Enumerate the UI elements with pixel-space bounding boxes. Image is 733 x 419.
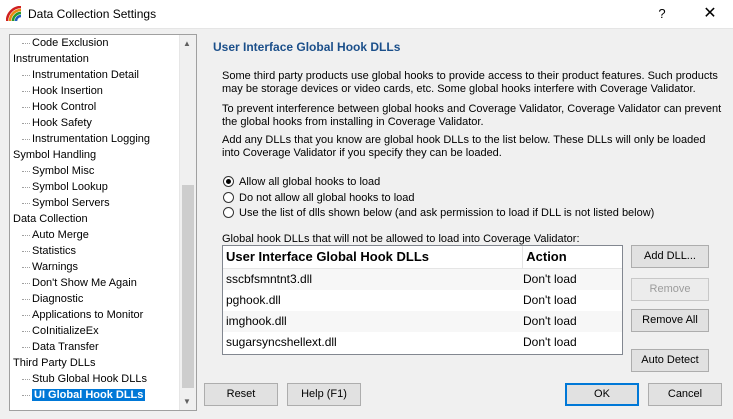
prevention-paragraph: To prevent interference between global h…	[222, 103, 722, 128]
tree-item-label: Diagnostic	[32, 293, 84, 305]
dll-name-cell: imghook.dll	[226, 314, 287, 328]
tree-item-label: Stub Global Hook DLLs	[32, 373, 147, 385]
tree-category[interactable]: Symbol Handling	[10, 147, 180, 163]
tree-item[interactable]: Symbol Lookup	[10, 179, 180, 195]
tree-item-label: Data Transfer	[32, 341, 99, 353]
add-dlls-paragraph: Add any DLLs that you know are global ho…	[222, 134, 706, 159]
tree-item-label: Symbol Lookup	[32, 181, 108, 193]
scrollbar-thumb[interactable]	[182, 185, 194, 388]
help-title-button[interactable]: ?	[650, 4, 674, 24]
radio-disallow-all[interactable]: Do not allow all global hooks to load	[223, 191, 415, 205]
tree-item[interactable]: Hook Control	[10, 99, 180, 115]
app-icon	[6, 6, 22, 22]
remove-all-button[interactable]: Remove All	[631, 309, 709, 332]
dll-name-cell: sscbfsmntnt3.dll	[226, 272, 313, 286]
tree-item-label: Symbol Misc	[32, 165, 95, 177]
tree-item[interactable]: Applications to Monitor	[10, 307, 180, 323]
tree-item[interactable]: Data Transfer	[10, 339, 180, 355]
auto-detect-button[interactable]: Auto Detect	[631, 349, 709, 372]
tree-item-label: Hook Safety	[32, 117, 92, 129]
tree-item[interactable]: UI Global Hook DLLs	[10, 387, 180, 403]
table-header: User Interface Global Hook DLLs Action	[223, 246, 622, 269]
radio-label: Do not allow all global hooks to load	[239, 192, 415, 204]
settings-tree[interactable]: Code Exclusion Instrumentation Instrumenta…	[9, 34, 197, 411]
radio-use-list[interactable]: Use the list of dlls shown below (and as…	[223, 206, 654, 220]
tree-item-label: CoInitializeEx	[32, 325, 99, 337]
tree-item-label: UI Global Hook DLLs	[32, 389, 146, 401]
add-dll-button[interactable]: Add DLL...	[631, 245, 709, 268]
tree-item-label: Third Party DLLs	[13, 357, 96, 369]
tree-category[interactable]: Instrumentation	[10, 51, 180, 67]
column-header-dll[interactable]: User Interface Global Hook DLLs	[223, 246, 524, 268]
dll-list-label: Global hook DLLs that will not be allowe…	[222, 233, 580, 245]
tree-item[interactable]: CoInitializeEx	[10, 323, 180, 339]
tree-item-label: Statistics	[32, 245, 77, 257]
radio-indicator[interactable]	[223, 176, 234, 187]
tree-item-label: Hook Insertion	[32, 85, 103, 97]
reset-button[interactable]: Reset	[204, 383, 278, 406]
dll-table[interactable]: User Interface Global Hook DLLs Action s…	[222, 245, 623, 355]
radio-label: Allow all global hooks to load	[239, 176, 381, 188]
dll-name-cell: sugarsyncshellext.dll	[226, 335, 337, 349]
table-row[interactable]: imghook.dll Don't load	[223, 311, 622, 332]
tree-item-label: Symbol Handling	[13, 149, 97, 161]
title-bar: Data Collection Settings ? ✕	[0, 0, 733, 29]
dll-action-cell[interactable]: Don't load	[520, 290, 619, 311]
table-row[interactable]: pghook.dll Don't load	[223, 290, 622, 311]
radio-allow-all[interactable]: Allow all global hooks to load	[223, 175, 380, 189]
radio-indicator[interactable]	[223, 207, 234, 218]
tree-item[interactable]: Hook Insertion	[10, 83, 180, 99]
tree-item-label: Don't Show Me Again	[32, 277, 137, 289]
scroll-up-icon[interactable]: ▲	[183, 39, 191, 48]
tree-item[interactable]: Diagnostic	[10, 291, 180, 307]
tree-category[interactable]: Data Collection	[10, 211, 180, 227]
tree-item[interactable]: Instrumentation Logging	[10, 131, 180, 147]
tree-list: Code Exclusion Instrumentation Instrumenta…	[10, 35, 180, 403]
window-title: Data Collection Settings	[28, 7, 157, 21]
remove-button[interactable]: Remove	[631, 278, 709, 301]
tree-item-label: Warnings	[32, 261, 79, 273]
tree-item-label: Hook Control	[32, 101, 97, 113]
dll-action-cell[interactable]: Don't load	[520, 332, 619, 353]
dll-action-cell[interactable]: Don't load	[520, 311, 619, 332]
dll-action-cell[interactable]: Don't load	[520, 269, 619, 290]
tree-item[interactable]: Instrumentation Detail	[10, 67, 180, 83]
intro-paragraph: Some third party products use global hoo…	[222, 70, 718, 95]
tree-item-label: Code Exclusion	[32, 37, 109, 49]
cancel-button[interactable]: Cancel	[648, 383, 722, 406]
tree-item-label: Symbol Servers	[32, 197, 110, 209]
tree-item-label: Instrumentation Logging	[32, 133, 151, 145]
tree-item[interactable]: Code Exclusion	[10, 35, 180, 51]
section-title: User Interface Global Hook DLLs	[213, 40, 401, 54]
tree-item[interactable]: Stub Global Hook DLLs	[10, 371, 180, 387]
help-button[interactable]: Help (F1)	[287, 383, 361, 406]
tree-item-label: Applications to Monitor	[32, 309, 144, 321]
tree-item[interactable]: Statistics	[10, 243, 180, 259]
close-button[interactable]: ✕	[696, 2, 724, 26]
table-row[interactable]: sscbfsmntnt3.dll Don't load	[223, 269, 622, 290]
tree-item-label: Instrumentation	[13, 53, 89, 65]
tree-item-label: Instrumentation Detail	[32, 69, 139, 81]
tree-item[interactable]: Hook Safety	[10, 115, 180, 131]
scroll-down-icon[interactable]: ▼	[183, 397, 191, 406]
tree-item[interactable]: Auto Merge	[10, 227, 180, 243]
tree-item[interactable]: Symbol Misc	[10, 163, 180, 179]
tree-category[interactable]: Third Party DLLs	[10, 355, 180, 371]
tree-scrollbar[interactable]: ▲ ▼	[179, 35, 196, 410]
tree-item[interactable]: Warnings	[10, 259, 180, 275]
radio-indicator[interactable]	[223, 192, 234, 203]
ok-button[interactable]: OK	[565, 383, 639, 406]
tree-item[interactable]: Symbol Servers	[10, 195, 180, 211]
table-row[interactable]: sugarsyncshellext.dll Don't load	[223, 332, 622, 353]
dll-name-cell: pghook.dll	[226, 293, 281, 307]
tree-item-label: Auto Merge	[32, 229, 89, 241]
column-header-action[interactable]: Action	[523, 246, 622, 268]
radio-label: Use the list of dlls shown below (and as…	[239, 207, 655, 219]
tree-item-label: Data Collection	[13, 213, 88, 225]
tree-item[interactable]: Don't Show Me Again	[10, 275, 180, 291]
table-body: sscbfsmntnt3.dll Don't load pghook.dll Don'…	[223, 269, 622, 353]
